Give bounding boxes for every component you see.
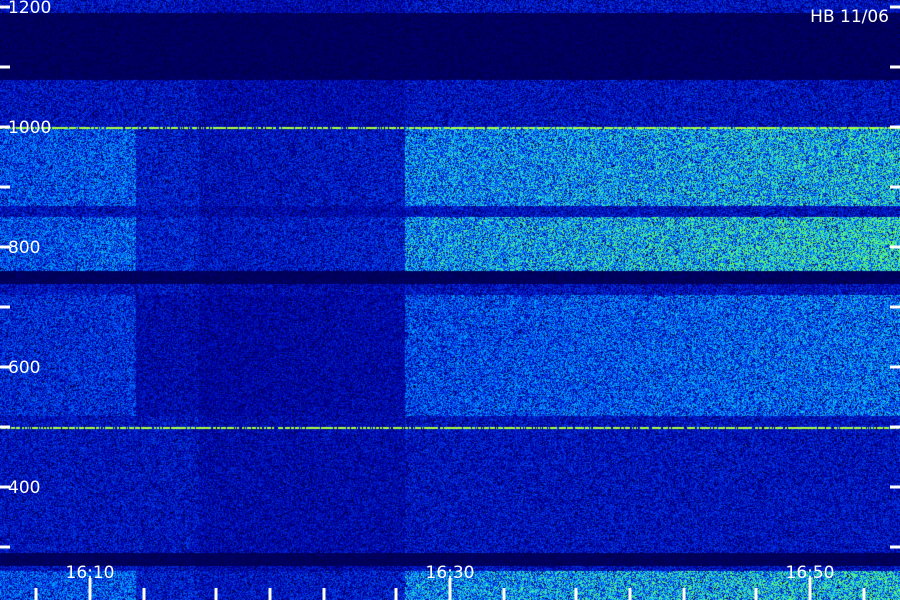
x-axis-ticks: 16:10 16:30 16:50 [34,563,866,600]
y-axis-ticks: 1200 1000 800 600 400 [0,0,900,549]
spectrogram-chart: 1200 1000 800 600 400 16:10 16:30 16:50 HB 11/… [0,0,900,600]
x-tick-label: 16:10 [66,563,115,583]
y-tick-label: 400 [8,478,40,498]
y-tick-label: 600 [8,358,40,378]
y-tick-label: 1200 [8,0,51,18]
axes-overlay: 1200 1000 800 600 400 16:10 16:30 16:50 HB 11/… [0,0,900,600]
y-tick-label: 800 [8,238,40,258]
station-label: HB 11/06 [810,7,889,27]
x-tick-label: 16:50 [786,563,835,583]
y-tick-label: 1000 [8,118,51,138]
x-tick-label: 16:30 [426,563,475,583]
